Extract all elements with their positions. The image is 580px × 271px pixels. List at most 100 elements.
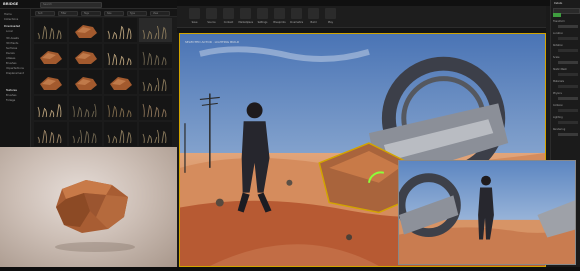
asset-preview[interactable] bbox=[0, 147, 177, 267]
asset-thumbnail[interactable] bbox=[69, 18, 102, 42]
stones-icon bbox=[142, 103, 167, 118]
bridge-search-input[interactable]: Search bbox=[40, 2, 102, 8]
asset-thumbnail[interactable] bbox=[139, 122, 172, 146]
sidebar-item-local[interactable]: Local bbox=[6, 30, 13, 33]
details-field[interactable] bbox=[558, 133, 578, 136]
details-row[interactable]: Rendering bbox=[553, 128, 579, 132]
details-row[interactable]: Physics bbox=[553, 92, 579, 96]
rock-icon bbox=[110, 77, 132, 90]
details-row[interactable]: Scale bbox=[553, 56, 579, 60]
filter-tags[interactable]: Tags bbox=[81, 11, 101, 16]
asset-thumbnail[interactable] bbox=[104, 70, 137, 94]
asset-thumbnail[interactable] bbox=[69, 122, 102, 146]
filter-sort-label: Sort bbox=[38, 12, 43, 15]
asset-thumbnail[interactable] bbox=[69, 96, 102, 120]
sidebar-item-collections[interactable]: Collections bbox=[4, 18, 18, 21]
asset-thumbnail[interactable] bbox=[104, 122, 137, 146]
details-field[interactable] bbox=[558, 61, 578, 64]
filter-type[interactable]: Type bbox=[127, 11, 147, 16]
foliage-icon bbox=[142, 25, 167, 40]
asset-thumbnail[interactable] bbox=[104, 96, 137, 120]
asset-thumbnail[interactable] bbox=[34, 96, 67, 120]
editor-toolbar: Save Source Content Marketplace Settings Blue… bbox=[177, 6, 546, 28]
pebbles-icon bbox=[37, 129, 62, 144]
toolbar-button-blueprints[interactable] bbox=[274, 8, 285, 19]
filter-bar: Sort Filter Tags Size Type View bbox=[31, 9, 177, 17]
sidebar-item-atlases[interactable]: Atlases bbox=[6, 57, 15, 60]
details-field[interactable] bbox=[558, 109, 578, 112]
toolbar-button-marketplace[interactable] bbox=[240, 8, 251, 19]
details-row[interactable]: Static Mesh bbox=[553, 68, 579, 72]
details-field[interactable] bbox=[558, 121, 578, 124]
asset-thumbnail[interactable] bbox=[139, 70, 172, 94]
asset-thumbnail[interactable] bbox=[34, 70, 67, 94]
asset-thumbnail[interactable] bbox=[139, 44, 172, 68]
asset-thumbnail[interactable] bbox=[69, 44, 102, 68]
details-field[interactable] bbox=[558, 37, 578, 40]
sidebar-item-surfaces[interactable]: Surfaces bbox=[6, 47, 17, 50]
toolbar-button-play[interactable] bbox=[325, 8, 336, 19]
sidebar-item-displacement[interactable]: Displacement bbox=[6, 72, 24, 75]
filter-size-label: Size bbox=[107, 12, 112, 15]
filter-tags-label: Tags bbox=[84, 12, 89, 15]
sidebar-item-imperfections[interactable]: Imperfections bbox=[6, 67, 24, 70]
details-field[interactable] bbox=[558, 85, 578, 88]
asset-thumbnail[interactable] bbox=[34, 18, 67, 42]
sidebar-item-downloaded[interactable]: Downloaded bbox=[4, 25, 20, 28]
sidebar-item-home[interactable]: Home bbox=[4, 13, 12, 16]
toolbar-button-build[interactable] bbox=[308, 8, 319, 19]
toolbar-label: Settings bbox=[257, 21, 268, 24]
toolbar-button-source[interactable] bbox=[206, 8, 217, 19]
filter-size[interactable]: Size bbox=[104, 11, 124, 16]
details-row[interactable]: Collision bbox=[553, 104, 579, 108]
details-row[interactable]: Materials bbox=[553, 80, 579, 84]
shrub-icon bbox=[72, 129, 97, 144]
foliage-icon bbox=[142, 77, 167, 92]
sidebar-item-decals[interactable]: Decals bbox=[6, 52, 15, 55]
sidebar-item-3d-plants[interactable]: 3D Plants bbox=[6, 42, 18, 45]
details-row[interactable]: Lighting bbox=[553, 116, 579, 120]
foliage-icon bbox=[142, 129, 167, 144]
asset-thumbnail[interactable] bbox=[104, 18, 137, 42]
filter-filter[interactable]: Filter bbox=[58, 11, 78, 16]
toolbar-label: Play bbox=[328, 21, 333, 24]
toolbar-label: Content bbox=[223, 21, 234, 24]
asset-thumbnail[interactable] bbox=[69, 70, 102, 94]
details-field[interactable] bbox=[558, 49, 578, 52]
camera-preview-scene bbox=[399, 161, 575, 264]
sidebar-item-foliage[interactable]: Foliage bbox=[6, 99, 15, 102]
flower-icon bbox=[107, 52, 132, 66]
details-row[interactable]: Rotation bbox=[553, 44, 579, 48]
rock-icon bbox=[75, 25, 97, 38]
asset-grid bbox=[34, 18, 176, 146]
toolbar-button-cinematics[interactable] bbox=[291, 8, 302, 19]
details-row[interactable]: Transform bbox=[553, 20, 579, 24]
details-field[interactable] bbox=[558, 97, 578, 100]
details-field[interactable] bbox=[558, 25, 578, 28]
details-row[interactable]: Location bbox=[553, 32, 579, 36]
sidebar-item-brushes[interactable]: Brushes bbox=[6, 62, 16, 65]
toolbar-button-save[interactable] bbox=[189, 8, 200, 19]
asset-thumbnail[interactable] bbox=[139, 18, 172, 42]
sidebar-item-textures[interactable]: Textures bbox=[6, 89, 17, 92]
filter-view[interactable]: View bbox=[150, 11, 170, 16]
asset-thumbnail[interactable] bbox=[34, 44, 67, 68]
details-rows: Transform Location Rotation Scale Static Mes… bbox=[551, 20, 580, 160]
asset-thumbnail[interactable] bbox=[104, 44, 137, 68]
sidebar-item-3d-assets[interactable]: 3D Assets bbox=[6, 37, 19, 40]
bridge-logo: BRIDGE bbox=[3, 2, 19, 6]
rock-icon bbox=[40, 51, 62, 64]
asset-thumbnail[interactable] bbox=[139, 96, 172, 120]
details-field[interactable] bbox=[558, 73, 578, 76]
rock-icon bbox=[75, 51, 97, 64]
filter-view-label: View bbox=[153, 12, 159, 15]
rock-icon bbox=[40, 77, 62, 90]
toolbar-button-content[interactable] bbox=[223, 8, 234, 19]
toolbar-label: Build bbox=[310, 21, 317, 24]
toolbar-button-settings[interactable] bbox=[257, 8, 268, 19]
sidebar-item-brushes-2[interactable]: Brushes bbox=[6, 94, 16, 97]
camera-preview[interactable] bbox=[398, 160, 576, 265]
bridge-window: BRIDGE Search Home Collections Downloade… bbox=[0, 0, 177, 147]
filter-sort[interactable]: Sort bbox=[35, 11, 55, 16]
asset-thumbnail[interactable] bbox=[34, 122, 67, 146]
